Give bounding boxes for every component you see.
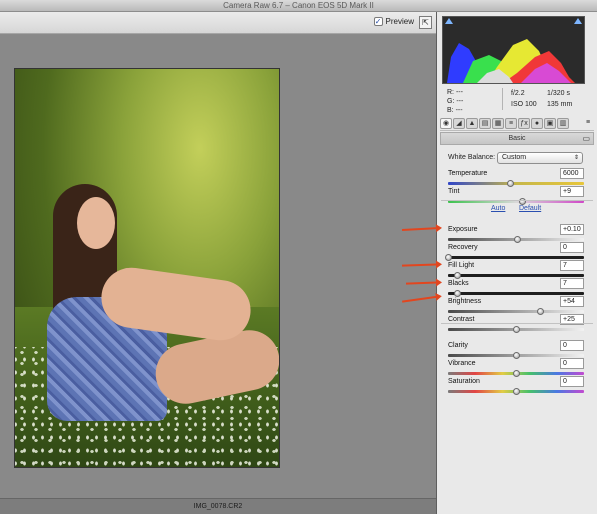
separator [441, 323, 593, 324]
recovery-slider-handle[interactable] [444, 254, 452, 261]
window-titlebar: Camera Raw 6.7 – Canon EOS 5D Mark II [0, 0, 597, 12]
white-balance-select[interactable]: Custom ⇕ [497, 152, 583, 164]
fullscreen-icon[interactable]: ⇱ [419, 16, 432, 29]
preview-label: Preview [385, 17, 414, 26]
g-value: --- [456, 98, 464, 105]
temperature-label: Temperature [448, 170, 488, 177]
white-balance-label: White Balance: [448, 154, 496, 161]
highlight-clipping-icon[interactable] [574, 18, 582, 24]
adjustments-panel: R: --- G: --- B: --- f/2.2 1/320 s ISO 10… [437, 12, 597, 514]
brightness-label: Brightness [448, 298, 482, 305]
panel-tab-icon[interactable]: ≡ [505, 118, 517, 129]
vibrance-value-field[interactable]: 0 [560, 358, 584, 369]
g-label: G: [447, 98, 455, 105]
b-value: --- [455, 107, 463, 114]
panel-tab-icon[interactable]: ▲ [466, 118, 478, 129]
temperature-slider-track[interactable] [448, 182, 584, 185]
saturation-value-field[interactable]: 0 [560, 376, 584, 387]
default-link[interactable]: Default [519, 205, 541, 212]
white-balance-value: Custom [502, 154, 527, 161]
iso-value: ISO 100 [511, 101, 537, 108]
auto-link[interactable]: Auto [491, 205, 505, 212]
preview-toolbar: ✓ Preview ⇱ [0, 12, 436, 34]
blacks-value-field[interactable]: 7 [560, 278, 584, 289]
chevron-updown-icon: ⇕ [573, 155, 579, 161]
tint-value-field[interactable]: +9 [560, 186, 584, 197]
blacks-label: Blacks [448, 280, 469, 287]
image-canvas[interactable] [0, 35, 436, 498]
shadow-clipping-icon[interactable] [445, 18, 453, 24]
status-bar: IMG_0078.CR2 [0, 498, 436, 514]
fill-light-value-field[interactable]: 7 [560, 260, 584, 271]
tab-menu-icon[interactable]: ≡ [582, 118, 594, 129]
separator [441, 200, 593, 201]
panel-tab-icon[interactable]: ● [531, 118, 543, 129]
recovery-slider-track[interactable] [448, 256, 584, 259]
histogram-graph [447, 39, 575, 83]
b-label: B: [447, 107, 454, 114]
saturation-slider-handle[interactable] [512, 388, 520, 395]
panel-tab-icon[interactable]: ▤ [479, 118, 491, 129]
preview-toggle[interactable]: ✓ Preview [373, 17, 414, 26]
contrast-slider-handle[interactable] [512, 326, 520, 333]
vibrance-label: Vibrance [448, 360, 476, 367]
clarity-label: Clarity [448, 342, 468, 349]
focal-value: 135 mm [547, 101, 573, 108]
temperature-value-field[interactable]: 6000 [560, 168, 584, 179]
brightness-slider-handle[interactable] [536, 308, 544, 315]
panel-tab-icon[interactable]: ◢ [453, 118, 465, 129]
r-value: --- [455, 89, 463, 96]
saturation-label: Saturation [448, 378, 480, 385]
r-label: R: [447, 89, 454, 96]
camera-info: f/2.2 1/320 s ISO 100 135 mm [502, 88, 592, 110]
clarity-slider-handle[interactable] [512, 352, 520, 359]
brightness-value-field[interactable]: +54 [560, 296, 584, 307]
exposure-value-field[interactable]: +0.10 [560, 224, 584, 235]
panel-tab-icon[interactable]: ◉ [440, 118, 452, 129]
aperture-value: f/2.2 [511, 90, 525, 97]
fill-light-slider-track[interactable] [448, 274, 584, 277]
section-header: Basic ▭ [440, 132, 594, 145]
pixel-readout: R: --- G: --- B: --- f/2.2 1/320 s ISO 10… [442, 88, 592, 116]
filename-label: IMG_0078.CR2 [193, 503, 243, 510]
histogram [442, 16, 585, 84]
section-title: Basic [508, 135, 526, 142]
panel-tab-icon[interactable]: ▣ [544, 118, 556, 129]
panel-tab-icon[interactable]: ƒx [518, 118, 530, 129]
preview-checkbox[interactable]: ✓ [373, 17, 383, 26]
brightness-slider-track[interactable] [448, 310, 584, 313]
shutter-value: 1/320 s [547, 90, 570, 97]
clarity-value-field[interactable]: 0 [560, 340, 584, 351]
blacks-slider-handle[interactable] [454, 290, 462, 297]
panel-tabs: ◉ ◢ ▲ ▤ ▦ ≡ ƒx ● ▣ ▥ ≡ [440, 117, 594, 131]
contrast-label: Contrast [448, 316, 475, 323]
panel-tab-icon[interactable]: ▦ [492, 118, 504, 129]
temperature-slider-handle[interactable] [507, 180, 515, 187]
window-title: Camera Raw 6.7 – Canon EOS 5D Mark II [223, 1, 374, 10]
vibrance-slider-handle[interactable] [512, 370, 520, 377]
exposure-label: Exposure [448, 226, 478, 233]
exposure-slider-handle[interactable] [513, 236, 521, 243]
fill-light-label: Fill Light [448, 262, 475, 269]
preview-photo [14, 68, 280, 468]
tint-label: Tint [448, 188, 460, 195]
section-menu-icon[interactable]: ▭ [582, 133, 590, 144]
blacks-slider-track[interactable] [448, 292, 584, 295]
recovery-value-field[interactable]: 0 [560, 242, 584, 253]
fill-light-slider-handle[interactable] [454, 272, 462, 279]
recovery-label: Recovery [448, 244, 478, 251]
panel-tab-icon[interactable]: ▥ [557, 118, 569, 129]
